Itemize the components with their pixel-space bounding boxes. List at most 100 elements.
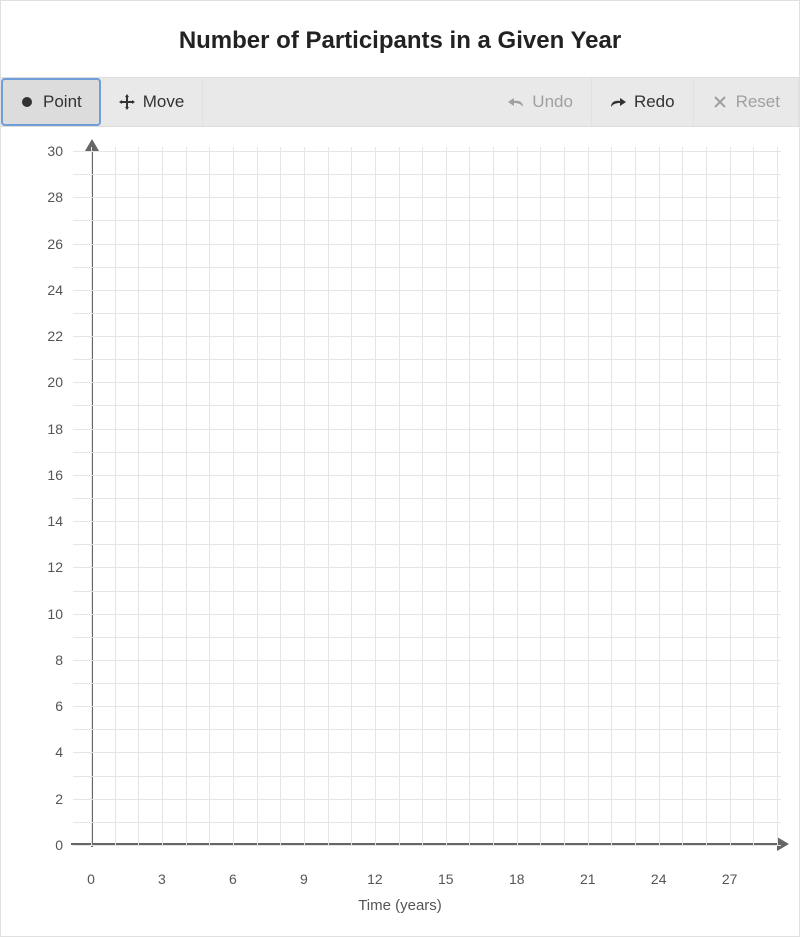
gridline-v xyxy=(753,147,754,845)
gridline-h xyxy=(73,567,781,568)
y-tick-label: 16 xyxy=(47,467,63,483)
gridline-h xyxy=(73,220,781,221)
gridline-h xyxy=(73,544,781,545)
x-tick-label: 15 xyxy=(438,871,454,887)
gridline-v xyxy=(446,147,447,845)
undo-icon xyxy=(508,94,524,110)
x-tick-label: 0 xyxy=(87,871,95,887)
gridline-v xyxy=(138,147,139,845)
point-icon xyxy=(19,94,35,110)
gridline-v xyxy=(588,147,589,845)
x-tick-label: 21 xyxy=(580,871,596,887)
gridline-h xyxy=(73,429,781,430)
gridline-v xyxy=(162,147,163,845)
y-tick-label: 4 xyxy=(55,744,63,760)
undo-label: Undo xyxy=(532,92,573,112)
gridline-v xyxy=(611,147,612,845)
point-tool-button[interactable]: Point xyxy=(1,78,101,126)
gridline-h xyxy=(73,290,781,291)
gridline-v xyxy=(351,147,352,845)
y-tick-label: 26 xyxy=(47,236,63,252)
gridline-v xyxy=(493,147,494,845)
x-tick-label: 27 xyxy=(722,871,738,887)
reset-button[interactable]: Reset xyxy=(694,78,799,126)
gridline-v xyxy=(517,147,518,845)
gridline-h xyxy=(73,174,781,175)
gridline-v xyxy=(280,147,281,845)
gridline-v xyxy=(564,147,565,845)
undo-button[interactable]: Undo xyxy=(490,78,592,126)
gridline-v xyxy=(186,147,187,845)
x-tick-label: 3 xyxy=(158,871,166,887)
gridline-h xyxy=(73,752,781,753)
gridline-h xyxy=(73,151,781,152)
close-icon xyxy=(712,94,728,110)
plot-canvas[interactable] xyxy=(73,147,781,867)
gridline-h xyxy=(73,405,781,406)
gridline-h xyxy=(73,452,781,453)
gridline-h xyxy=(73,382,781,383)
gridline-h xyxy=(73,336,781,337)
gridline-h xyxy=(73,614,781,615)
y-tick-label: 22 xyxy=(47,328,63,344)
gridline-h xyxy=(73,267,781,268)
gridline-h xyxy=(73,799,781,800)
redo-button[interactable]: Redo xyxy=(592,78,694,126)
gridline-h xyxy=(73,822,781,823)
y-tick-label: 14 xyxy=(47,513,63,529)
y-tick-label: 20 xyxy=(47,374,63,390)
gridline-v xyxy=(659,147,660,845)
gridline-h xyxy=(73,637,781,638)
gridline-v xyxy=(469,147,470,845)
gridline-h xyxy=(73,729,781,730)
gridline-h xyxy=(73,197,781,198)
redo-label: Redo xyxy=(634,92,675,112)
gridline-v xyxy=(328,147,329,845)
toolbar-spacer xyxy=(203,78,490,126)
gridline-v xyxy=(375,147,376,845)
gridline-h xyxy=(73,706,781,707)
gridline-h xyxy=(73,498,781,499)
move-icon xyxy=(119,94,135,110)
gridline-h xyxy=(73,359,781,360)
gridline-v xyxy=(682,147,683,845)
chart-area: Number of participants (x1000) 024681012… xyxy=(1,127,799,936)
y-axis-arrow-icon xyxy=(85,139,99,151)
gridline-h xyxy=(73,244,781,245)
gridline-v xyxy=(91,147,92,845)
y-tick-label: 24 xyxy=(47,282,63,298)
gridline-v xyxy=(730,147,731,845)
x-tick-label: 24 xyxy=(651,871,667,887)
move-tool-label: Move xyxy=(143,92,185,112)
y-axis-ticks: 024681012141618202224262830 xyxy=(13,147,73,867)
gridline-v xyxy=(422,147,423,845)
gridline-v xyxy=(540,147,541,845)
gridline-v xyxy=(399,147,400,845)
gridline-h xyxy=(73,660,781,661)
app-container: Number of Participants in a Given Year P… xyxy=(0,0,800,937)
gridline-h xyxy=(73,521,781,522)
y-tick-label: 28 xyxy=(47,189,63,205)
x-axis-label: Time (years) xyxy=(13,891,787,918)
gridline-v xyxy=(233,147,234,845)
point-tool-label: Point xyxy=(43,92,82,112)
y-tick-label: 30 xyxy=(47,143,63,159)
gridline-h xyxy=(73,683,781,684)
redo-icon xyxy=(610,94,626,110)
gridline-v xyxy=(115,147,116,845)
move-tool-button[interactable]: Move xyxy=(101,78,204,126)
x-axis-ticks: 0369121518212427 xyxy=(73,867,781,891)
x-tick-label: 9 xyxy=(300,871,308,887)
gridline-v xyxy=(635,147,636,845)
chart-title: Number of Participants in a Given Year xyxy=(1,1,799,77)
gridline-v xyxy=(304,147,305,845)
y-tick-label: 10 xyxy=(47,606,63,622)
gridline-h xyxy=(73,313,781,314)
toolbar: Point Move Undo Redo Reset xyxy=(1,77,799,127)
gridline-h xyxy=(73,845,781,846)
gridline-h xyxy=(73,591,781,592)
reset-label: Reset xyxy=(736,92,780,112)
gridline-h xyxy=(73,776,781,777)
x-tick-label: 12 xyxy=(367,871,383,887)
gridline-v xyxy=(777,147,778,845)
